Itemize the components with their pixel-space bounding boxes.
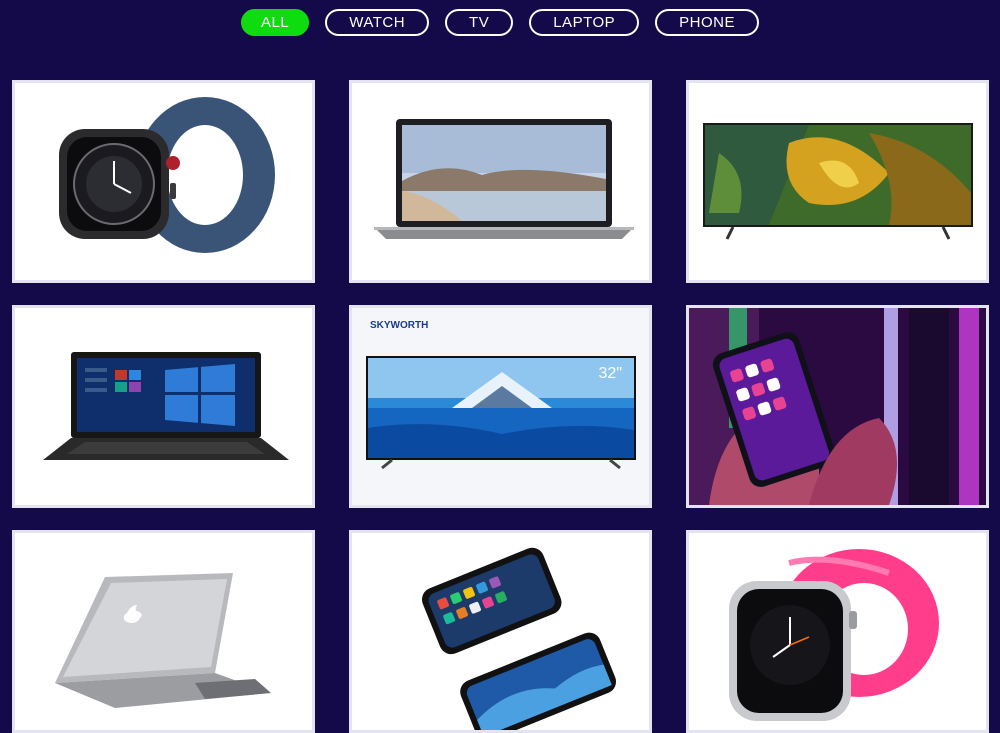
product-card-laptop[interactable]: [12, 305, 315, 508]
product-grid: SKYWORTH 32": [12, 80, 989, 733]
skyworth-brand-text: SKYWORTH: [370, 320, 428, 331]
laptop-black-windows-image: [43, 352, 289, 460]
filter-tv-button[interactable]: TV: [445, 9, 514, 36]
product-card-tv[interactable]: [686, 80, 989, 283]
filter-phone-button[interactable]: PHONE: [655, 9, 759, 36]
product-card-phone[interactable]: [349, 530, 652, 733]
product-card-phone[interactable]: [686, 305, 989, 508]
filter-watch-button[interactable]: WATCH: [325, 9, 430, 36]
product-card-laptop[interactable]: [349, 80, 652, 283]
product-card-watch[interactable]: [12, 80, 315, 283]
filter-all-button[interactable]: ALL: [241, 9, 310, 36]
smartwatch-blue-band-image: [59, 97, 275, 253]
tv-colorful-screen-image: [703, 123, 973, 240]
iphone-pair-image: [421, 547, 617, 730]
filter-laptop-button[interactable]: LAPTOP: [529, 9, 640, 36]
tv-skyworth-image: SKYWORTH 32": [352, 308, 649, 505]
product-card-watch[interactable]: [686, 530, 989, 733]
macbook-silver-image: [55, 573, 271, 708]
product-card-tv[interactable]: SKYWORTH 32": [349, 305, 652, 508]
category-filter-bar: ALL WATCH TV LAPTOP PHONE: [0, 9, 1000, 36]
product-card-laptop[interactable]: [12, 530, 315, 733]
laptop-silver-image: [374, 119, 634, 239]
phone-in-hand-image: [689, 308, 986, 505]
tv-size-label: 32": [599, 365, 622, 382]
smartwatch-pink-band-image: [729, 549, 939, 721]
